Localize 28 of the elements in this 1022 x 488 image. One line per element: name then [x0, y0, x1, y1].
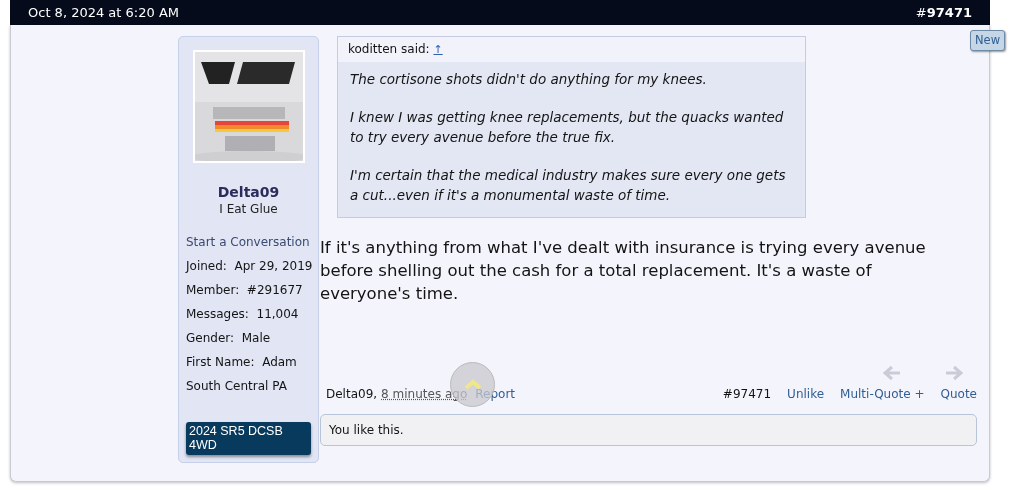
post-action-link[interactable]: Multi-Quote +	[840, 385, 925, 403]
post-date: Oct 8, 2024 at 6:20 AM	[28, 3, 179, 22]
quote-paragraph: I'm certain that the medical industry makes sure every one gets a cut...even if it's a monumental waste of time.	[350, 166, 787, 205]
user-title: I Eat Glue	[218, 201, 279, 217]
start-conversation-link[interactable]: Start a Conversation	[186, 233, 311, 251]
quote-paragraph: The cortisone shots didn't do anything for my knees.	[350, 69, 708, 89]
user-detail: Joined: Apr 29, 2019	[186, 258, 311, 275]
right-arrow-icon[interactable]	[945, 365, 963, 381]
user-detail: South Central PA	[186, 378, 288, 395]
new-badge: New	[970, 30, 1006, 52]
message-text: If it's anything from what I've dealt with insurance is trying every avenue before shelling out the cash for a total replacement. It's a waste of everyone's time.	[320, 237, 927, 305]
post-action-link[interactable]: Unlike	[787, 385, 825, 403]
post-action-link[interactable]: Quote	[940, 385, 977, 403]
user-detail: Member: #291677	[186, 282, 304, 299]
quote-jump-link[interactable]: ↑	[433, 43, 443, 56]
left-arrow-icon[interactable]	[883, 365, 901, 381]
vehicle-banner: 2024 SR5 DCSB 4WD	[186, 422, 311, 455]
chevron-up-icon	[463, 379, 482, 390]
quote-paragraph: I knew I was getting knee replacements, but the quacks wanted to try every avenue before the true fix.	[350, 108, 785, 147]
user-detail: Messages: 11,004	[186, 306, 300, 323]
user-detail: Gender: Male	[186, 330, 272, 347]
post-permalink[interactable]: #97471	[915, 2, 972, 23]
quote-author: koditten said:	[348, 42, 430, 56]
post-author[interactable]: Delta09,	[326, 385, 378, 403]
user-detail: First Name: Adam	[186, 354, 298, 371]
likes-bar: You like this.	[320, 414, 977, 446]
post-number: #97471	[722, 386, 772, 403]
username[interactable]: Delta09	[186, 183, 311, 201]
